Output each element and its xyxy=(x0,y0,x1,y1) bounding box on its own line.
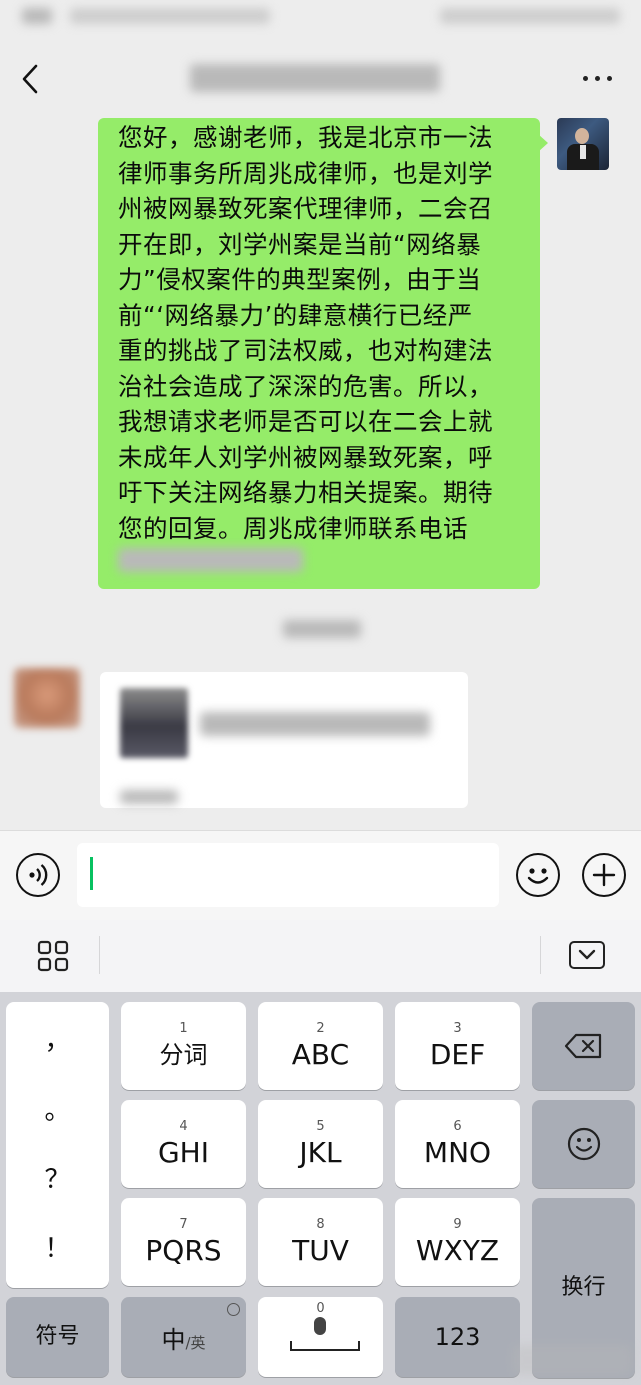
chevron-left-icon xyxy=(22,64,38,94)
key-6[interactable]: 6 MNO xyxy=(395,1100,520,1188)
key-2[interactable]: 2 ABC xyxy=(258,1002,383,1090)
emoji-icon xyxy=(527,868,549,884)
key-7[interactable]: 7 PQRS xyxy=(121,1198,246,1286)
key-9[interactable]: 9 WXYZ xyxy=(395,1198,520,1286)
space-bar-icon xyxy=(290,1341,360,1351)
ellipsis-icon xyxy=(583,76,588,81)
more-button[interactable] xyxy=(578,64,618,94)
chat-title-blur xyxy=(190,64,440,92)
message-input[interactable] xyxy=(77,843,499,907)
keyboard-menu-button[interactable] xyxy=(37,940,69,972)
bubble-tail xyxy=(538,134,548,152)
backspace-icon xyxy=(564,1033,601,1059)
key-5[interactable]: 5 JKL xyxy=(258,1100,383,1188)
smiley-icon xyxy=(567,1127,600,1161)
status-time-blur xyxy=(22,8,52,24)
grid-icon xyxy=(37,940,69,972)
globe-icon xyxy=(227,1303,240,1316)
my-avatar[interactable] xyxy=(557,118,609,170)
backspace-key[interactable] xyxy=(532,1002,635,1090)
emoji-key[interactable] xyxy=(532,1100,635,1188)
key-4[interactable]: 4 GHI xyxy=(121,1100,246,1188)
punctuation-period[interactable]: 。 xyxy=(6,1090,109,1127)
toolbar-divider xyxy=(99,936,100,974)
plus-button[interactable] xyxy=(582,853,626,897)
text-caret xyxy=(90,857,93,890)
status-battery-blur xyxy=(440,8,620,24)
microphone-icon xyxy=(314,1317,326,1335)
phone-number-blur xyxy=(118,548,303,572)
card-title-blur xyxy=(200,712,430,736)
numbers-key[interactable]: 123 xyxy=(395,1297,520,1377)
symbols-key[interactable]: 符号 xyxy=(6,1297,109,1377)
space-key[interactable]: 0 xyxy=(258,1297,383,1377)
key-3[interactable]: 3 DEF xyxy=(395,1002,520,1090)
voice-button[interactable] xyxy=(16,853,60,897)
emoji-button[interactable] xyxy=(516,853,560,897)
key-8[interactable]: 8 TUV xyxy=(258,1198,383,1286)
punctuation-comma[interactable]: ， xyxy=(6,1020,109,1057)
status-bar xyxy=(0,0,641,38)
card-source-blur xyxy=(120,790,178,804)
language-switch-key[interactable]: 中 /英 xyxy=(121,1297,246,1377)
key-1[interactable]: 1 分词 xyxy=(121,1002,246,1090)
hide-keyboard-button[interactable] xyxy=(569,941,605,969)
punctuation-question[interactable]: ？ xyxy=(6,1159,109,1196)
punctuation-column[interactable]: ， 。 ？ ！ xyxy=(6,1002,109,1288)
timestamp-blur xyxy=(283,620,361,638)
status-icons-blur xyxy=(70,8,270,24)
message-text: 您好，感谢老师，我是北京市一法 律师事务所周兆成律师，也是刘学 州被网暴致死案代… xyxy=(118,123,493,543)
punctuation-exclaim[interactable]: ！ xyxy=(6,1228,109,1265)
card-thumbnail xyxy=(120,688,188,758)
toolbar-divider xyxy=(540,936,541,974)
watermark-blur xyxy=(512,1345,632,1375)
chevron-down-icon xyxy=(578,949,596,960)
plus-icon xyxy=(592,863,616,887)
contact-avatar[interactable] xyxy=(14,668,80,728)
voice-icon xyxy=(29,864,48,886)
keyboard-toolbar xyxy=(0,920,641,992)
message-bubble-sent[interactable]: 您好，感谢老师，我是北京市一法 律师事务所周兆成律师，也是刘学 州被网暴致死案代… xyxy=(98,118,540,589)
back-button[interactable] xyxy=(14,60,48,98)
